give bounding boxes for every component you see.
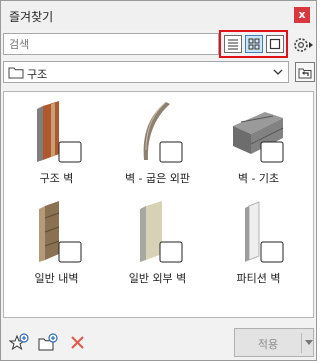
- title-bar: 즐겨찾기 x: [1, 1, 316, 29]
- search-input[interactable]: [3, 33, 219, 55]
- item-label: 벽 - 기초: [237, 172, 280, 185]
- interior-wall-icon: [39, 201, 82, 263]
- folder-row: 구조: [3, 61, 315, 85]
- view-mode-group: [219, 30, 288, 58]
- favorite-item[interactable]: 파티션 벽: [211, 200, 306, 300]
- settings-gear-icon[interactable]: [292, 35, 314, 55]
- item-label: 일반 내벽: [34, 272, 79, 285]
- item-label: 벽 - 굽은 외판: [124, 172, 191, 185]
- search-row: [3, 30, 314, 58]
- close-button[interactable]: x: [294, 7, 310, 23]
- structural-wall-icon: [37, 101, 82, 163]
- add-favorite-icon[interactable]: [9, 333, 29, 353]
- favorite-item[interactable]: 일반 외부 벽: [110, 200, 205, 300]
- bottom-toolbar: 적용: [1, 321, 316, 361]
- chevron-down-icon: [273, 69, 283, 75]
- favorite-item[interactable]: 일반 내벽: [9, 200, 104, 300]
- favorites-grid: 구조 벽 벽 - 굽은 외판 벽 - 기초 일반 내벽 일반 외부 벽 파티션 …: [3, 91, 314, 318]
- curved-wall-icon: [143, 101, 183, 163]
- favorites-window: 즐겨찾기 x 검색 구조 구조 벽 벽 - 굽은 외판 벽 - 기초 일반 내벽…: [0, 0, 317, 361]
- new-folder-icon[interactable]: [38, 333, 58, 353]
- apply-button[interactable]: 적용: [234, 328, 314, 357]
- exterior-wall-icon: [140, 201, 183, 263]
- window-title: 즐겨찾기: [9, 10, 54, 24]
- list-view-icon: [228, 39, 238, 50]
- grid-view-icon: [248, 38, 260, 50]
- large-view-icon: [269, 38, 281, 50]
- apply-divider: [301, 333, 302, 353]
- item-label: 파티션 벽: [236, 272, 281, 285]
- large-view-button[interactable]: [266, 35, 284, 53]
- item-label: 일반 외부 벽: [128, 272, 187, 285]
- folder-label: 구조: [27, 68, 48, 81]
- delete-icon[interactable]: [68, 333, 88, 353]
- apply-label: 적용: [257, 338, 279, 351]
- list-view-button[interactable]: [224, 35, 242, 53]
- foundation-wall-icon: [233, 112, 284, 163]
- grid-view-button[interactable]: [245, 35, 263, 53]
- partition-wall-icon: [245, 201, 284, 263]
- folder-icon: [8, 67, 24, 79]
- folder-dropdown[interactable]: 구조: [3, 61, 289, 83]
- folder-up-icon: [298, 68, 312, 79]
- favorite-item[interactable]: 벽 - 기초: [211, 100, 306, 200]
- favorite-item[interactable]: 구조 벽: [9, 100, 104, 200]
- parent-folder-button[interactable]: [295, 62, 315, 82]
- chevron-down-icon[interactable]: [305, 340, 313, 346]
- favorite-item[interactable]: 벽 - 굽은 외판: [110, 100, 205, 200]
- item-label: 구조 벽: [39, 172, 74, 185]
